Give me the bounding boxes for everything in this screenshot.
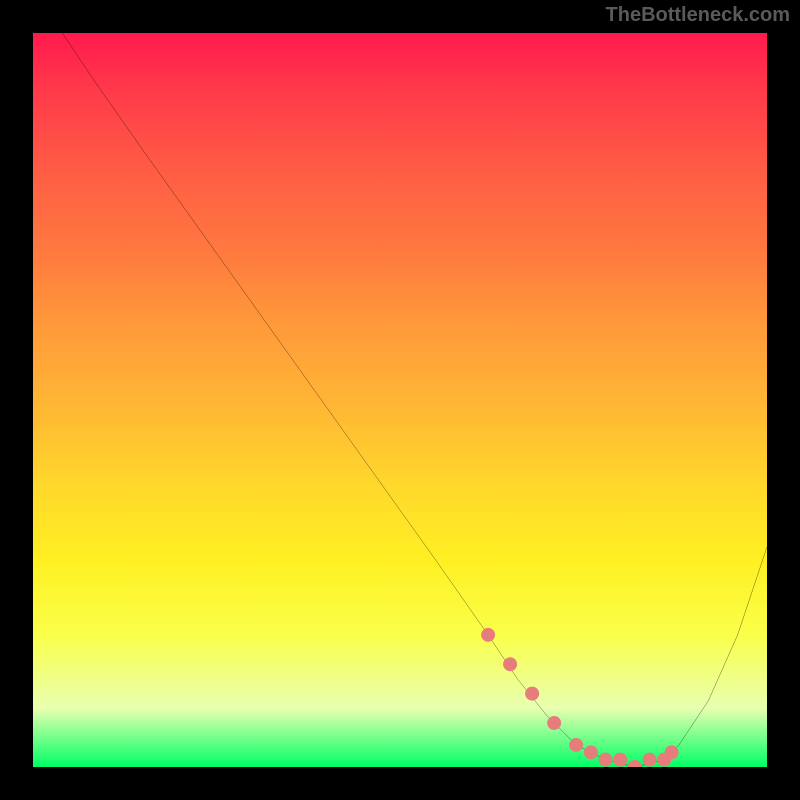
marker-dot (481, 628, 495, 642)
marker-dot (613, 753, 627, 767)
marker-dot (643, 753, 657, 767)
marker-dot (503, 657, 517, 671)
marker-dot (547, 716, 561, 730)
marker-dot (599, 753, 613, 767)
plot-area (33, 33, 767, 767)
marker-dot (569, 738, 583, 752)
chart-markers (481, 628, 678, 767)
marker-dot (665, 745, 679, 759)
marker-dot (525, 687, 539, 701)
marker-dot (584, 745, 598, 759)
chart-curve (62, 33, 767, 767)
chart-svg (33, 33, 767, 767)
watermark-label: TheBottleneck.com (606, 4, 790, 27)
marker-dot (628, 760, 642, 767)
